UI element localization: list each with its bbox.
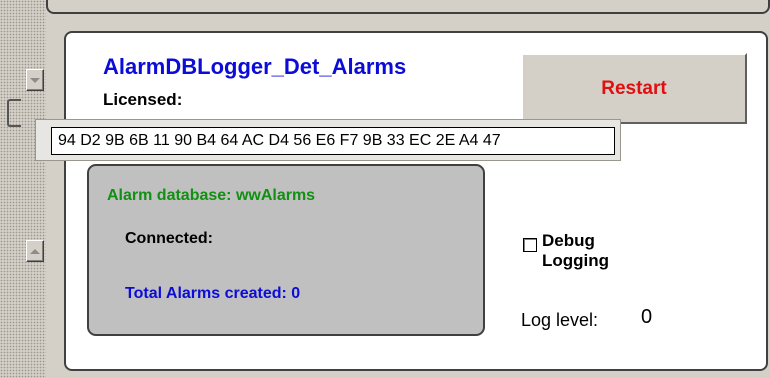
arrow-up-icon — [30, 248, 40, 254]
debug-label-line2: Logging — [542, 251, 610, 270]
logger-title: AlarmDBLogger_Det_Alarms — [103, 54, 407, 79]
log-level-value: 0 — [641, 306, 653, 328]
log-level-label: Log level: — [521, 310, 599, 330]
connection-status: Connected: — [125, 230, 213, 247]
restart-button[interactable]: Restart — [521, 53, 747, 124]
debug-logging-label: Debug Logging — [542, 231, 609, 271]
total-alarms-created: Total Alarms created: 0 — [125, 285, 301, 302]
top-panel — [46, 0, 770, 14]
left-scroll-strip — [0, 0, 46, 378]
database-name: Alarm database: wwAlarms — [107, 187, 316, 204]
debug-label-line1: Debug — [542, 231, 595, 250]
license-key-field: 94 D2 9B 6B 11 90 B4 64 AC D4 56 E6 F7 9… — [35, 119, 621, 161]
debug-logging-checkbox[interactable] — [523, 238, 537, 252]
arrow-down-icon — [30, 77, 40, 83]
licensed-label: Licensed: — [103, 90, 183, 109]
slider-bracket — [7, 99, 21, 127]
scroll-up-button[interactable] — [26, 240, 44, 262]
license-key-input[interactable]: 94 D2 9B 6B 11 90 B4 64 AC D4 56 E6 F7 9… — [51, 127, 615, 155]
scroll-down-button[interactable] — [26, 69, 44, 91]
